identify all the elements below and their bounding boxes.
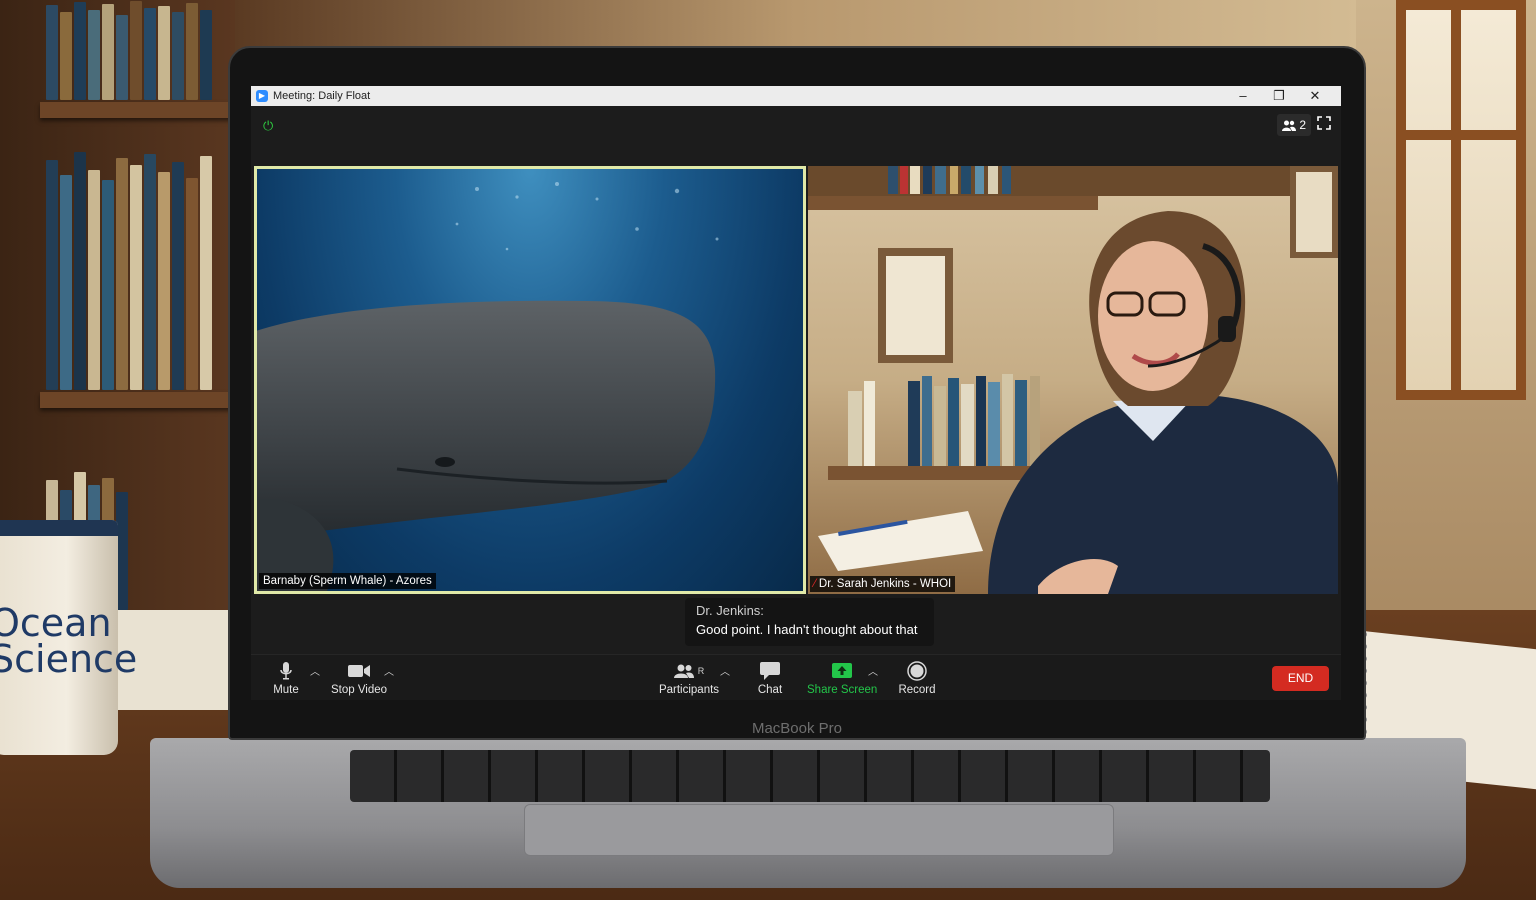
ocean-science-mug: Ocean Science bbox=[0, 520, 137, 755]
mute-label: Mute bbox=[273, 684, 299, 696]
caption-speaker: Dr. Jenkins: bbox=[696, 603, 764, 618]
mute-button[interactable]: Mute bbox=[271, 661, 301, 696]
share-screen-label: Share Screen bbox=[807, 684, 878, 696]
end-meeting-button[interactable]: END bbox=[1272, 666, 1329, 691]
video-gallery: Barnaby (Sperm Whale) - Azores ⁄ Dr. Sar… bbox=[254, 166, 1338, 594]
record-label: Record bbox=[898, 684, 936, 696]
participants-icon bbox=[673, 664, 694, 678]
chat-bubble-icon bbox=[760, 662, 780, 680]
window-title: Meeting: Daily Float bbox=[273, 90, 371, 102]
participant-count-value: 2 bbox=[1299, 118, 1306, 132]
power-icon[interactable]: ⏻ bbox=[263, 118, 273, 134]
share-screen-button[interactable]: Share Screen bbox=[807, 661, 877, 696]
title-bar[interactable]: ▶ Meeting: Daily Float – ❐ ✕ bbox=[251, 86, 1341, 106]
share-screen-icon bbox=[832, 663, 852, 678]
muted-mic-icon: ⁄ bbox=[814, 578, 816, 590]
whale-video-feed bbox=[257, 182, 719, 591]
caption-text: Good point. I hadn't thought about that bbox=[696, 622, 918, 637]
participants-button[interactable]: R Participants bbox=[656, 661, 722, 696]
chat-label: Chat bbox=[757, 684, 783, 696]
stop-video-button[interactable]: Stop Video bbox=[329, 661, 389, 696]
stop-video-label: Stop Video bbox=[330, 684, 388, 696]
microphone-icon bbox=[280, 662, 292, 680]
mug-logo: Ocean Science bbox=[0, 601, 138, 681]
participants-label: Participants bbox=[658, 684, 720, 696]
audio-options-caret-icon[interactable]: ︿ bbox=[310, 663, 320, 678]
people-icon bbox=[1282, 120, 1297, 131]
participants-options-caret-icon[interactable]: ︿ bbox=[720, 663, 730, 678]
window-controls: – ❐ ✕ bbox=[1225, 86, 1333, 106]
minimize-button[interactable]: – bbox=[1225, 86, 1261, 106]
live-caption: Dr. Jenkins: Good point. I hadn't though… bbox=[685, 598, 934, 646]
participant-count-button[interactable]: 2 bbox=[1277, 114, 1311, 136]
laptop-base bbox=[150, 738, 1466, 888]
meeting-window: ▶ Meeting: Daily Float – ❐ ✕ ⏻ 2 Barnaby… bbox=[251, 86, 1341, 700]
book-row bbox=[46, 0, 231, 100]
video-tile-active-speaker[interactable]: Barnaby (Sperm Whale) - Azores bbox=[254, 166, 806, 594]
participant-name: Dr. Sarah Jenkins - WHOI bbox=[818, 578, 952, 590]
meeting-toolbar: Mute ︿ Stop Video ︿ R Participants ︿ Cha… bbox=[251, 654, 1341, 700]
meeting-topbar: ⏻ 2 bbox=[251, 106, 1341, 146]
record-icon bbox=[907, 661, 927, 681]
zoom-app-icon: ▶ bbox=[256, 90, 268, 102]
close-button[interactable]: ✕ bbox=[1297, 86, 1333, 106]
room-window bbox=[1396, 0, 1526, 400]
keyboard bbox=[350, 750, 1270, 802]
video-tile-participant[interactable]: ⁄ Dr. Sarah Jenkins - WHOI bbox=[808, 166, 1338, 594]
participant-name-tag: Barnaby (Sperm Whale) - Azores bbox=[259, 573, 436, 589]
fullscreen-icon[interactable] bbox=[1317, 116, 1331, 130]
trackpad bbox=[524, 804, 1114, 856]
record-button[interactable]: Record bbox=[896, 661, 938, 696]
book-row bbox=[46, 150, 231, 390]
restore-button[interactable]: ❐ bbox=[1261, 86, 1297, 106]
video-options-caret-icon[interactable]: ︿ bbox=[384, 663, 394, 678]
right-wall bbox=[1356, 0, 1536, 620]
participants-badge: R bbox=[697, 666, 705, 676]
chat-button[interactable]: Chat bbox=[755, 661, 785, 696]
participant-video-feed bbox=[808, 166, 1338, 594]
video-camera-icon bbox=[348, 665, 370, 677]
device-label: MacBook Pro bbox=[751, 720, 843, 737]
share-options-caret-icon[interactable]: ︿ bbox=[868, 663, 878, 678]
participant-name-tag: ⁄ Dr. Sarah Jenkins - WHOI bbox=[810, 576, 956, 592]
